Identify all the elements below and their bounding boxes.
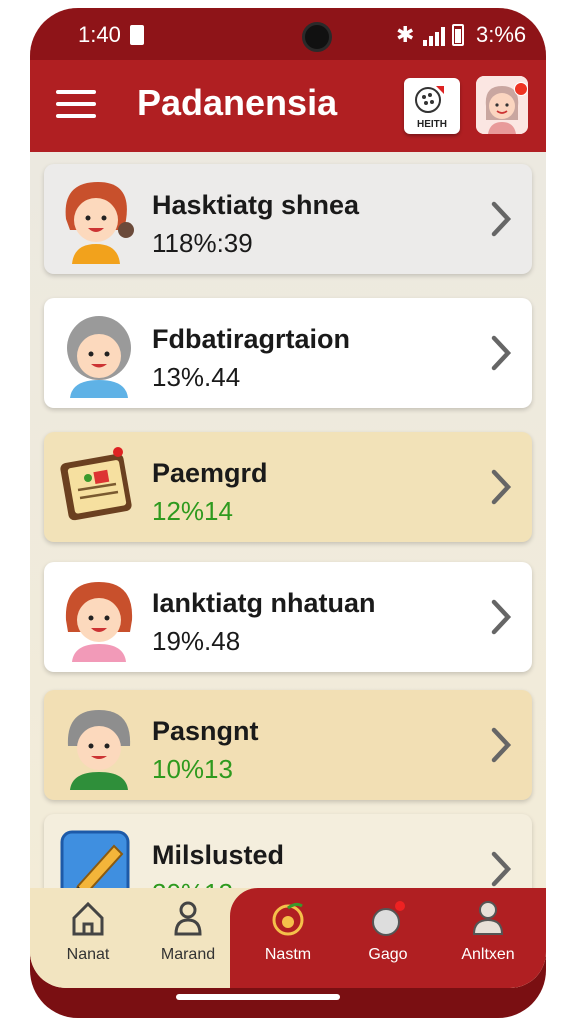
item-list: Ηasktiatg shnea 118%:39 Fdbatiragrtaion …	[30, 152, 546, 924]
status-time: 1:40	[78, 22, 121, 47]
chevron-right-icon	[491, 851, 512, 887]
phone-frame: 1:40 ✱ 3:%6 Padanensia HEITH Ηasktiatg s…	[30, 8, 546, 1018]
home-indicator[interactable]	[176, 994, 340, 1000]
notification-dot	[514, 82, 528, 96]
home-icon	[72, 901, 104, 936]
list-item[interactable]: Ηasktiatg shnea 118%:39	[44, 164, 532, 274]
app-title: Padanensia	[137, 82, 338, 123]
status-bar: 1:40 ✱ 3:%6	[30, 8, 546, 64]
fruit-icon	[272, 902, 304, 936]
chevron-right-icon	[491, 599, 512, 635]
nav-item-fruit[interactable]: Nastm	[238, 888, 338, 988]
item-value: 12%14	[152, 496, 233, 526]
signal-icon	[423, 27, 445, 46]
heith-logo-icon	[415, 86, 444, 113]
heith-label: HEITH	[417, 119, 447, 130]
chevron-right-icon	[491, 201, 512, 237]
item-title: Ιanktiatg nhatuan	[152, 588, 376, 618]
battery-icon	[452, 24, 464, 46]
chevron-right-icon	[491, 727, 512, 763]
girl-with-pet-avatar	[65, 182, 134, 264]
list-item[interactable]: Pasngnt 10%13	[44, 690, 532, 800]
camera-icon	[302, 22, 332, 52]
item-title: Fdbatiragrtaion	[152, 324, 351, 354]
nav-label: Marand	[160, 946, 216, 963]
item-title: Ηasktiatg shnea	[152, 190, 360, 220]
item-title: Pasngnt	[152, 716, 259, 746]
item-value: 10%13	[152, 754, 233, 784]
item-title: Milslusted	[152, 840, 285, 870]
bluetooth-icon: ✱	[396, 22, 415, 47]
nav-item-ball[interactable]: Gago	[338, 888, 438, 988]
nav-label: Gago	[368, 946, 408, 963]
item-title: Paemgrd	[152, 458, 268, 488]
item-value: 19%.48	[152, 626, 241, 656]
list-item[interactable]: Paemgrd 12%14	[44, 432, 532, 542]
person-icon	[472, 901, 504, 935]
app-bar: Padanensia HEITH	[30, 60, 546, 152]
clipboard-icon	[60, 447, 132, 521]
battery-percent: 3:%6	[476, 22, 527, 47]
bottom-nav: Nanat Marand Nastm Gago Anltxen	[30, 888, 546, 988]
nav-item-person[interactable]: Anltxen	[438, 888, 538, 988]
people-icon	[174, 901, 202, 936]
nav-label: Nastm	[264, 946, 312, 963]
nav-label: Nanat	[66, 946, 110, 963]
grandma-avatar	[67, 316, 131, 398]
menu-icon[interactable]	[56, 90, 96, 118]
item-value: 13%.44	[152, 362, 241, 392]
nav-item-home[interactable]: Nanat	[38, 888, 138, 988]
list-item[interactable]: Ιanktiatg nhatuan 19%.48	[44, 562, 532, 672]
ball-icon	[372, 901, 405, 936]
item-value: 118%:39	[152, 228, 253, 258]
chevron-right-icon	[491, 469, 512, 505]
girl-avatar	[65, 582, 133, 662]
list-item[interactable]: Fdbatiragrtaion 13%.44	[44, 298, 532, 408]
grandpa-avatar	[67, 710, 131, 790]
heith-badge[interactable]: HEITH	[404, 78, 460, 134]
sim-icon	[130, 25, 144, 45]
nav-label: Anltxen	[461, 946, 515, 963]
nav-item-people[interactable]: Marand	[138, 888, 238, 988]
screen: 1:40 ✱ 3:%6 Padanensia HEITH Ηasktiatg s…	[30, 8, 546, 988]
chevron-right-icon	[491, 335, 512, 371]
